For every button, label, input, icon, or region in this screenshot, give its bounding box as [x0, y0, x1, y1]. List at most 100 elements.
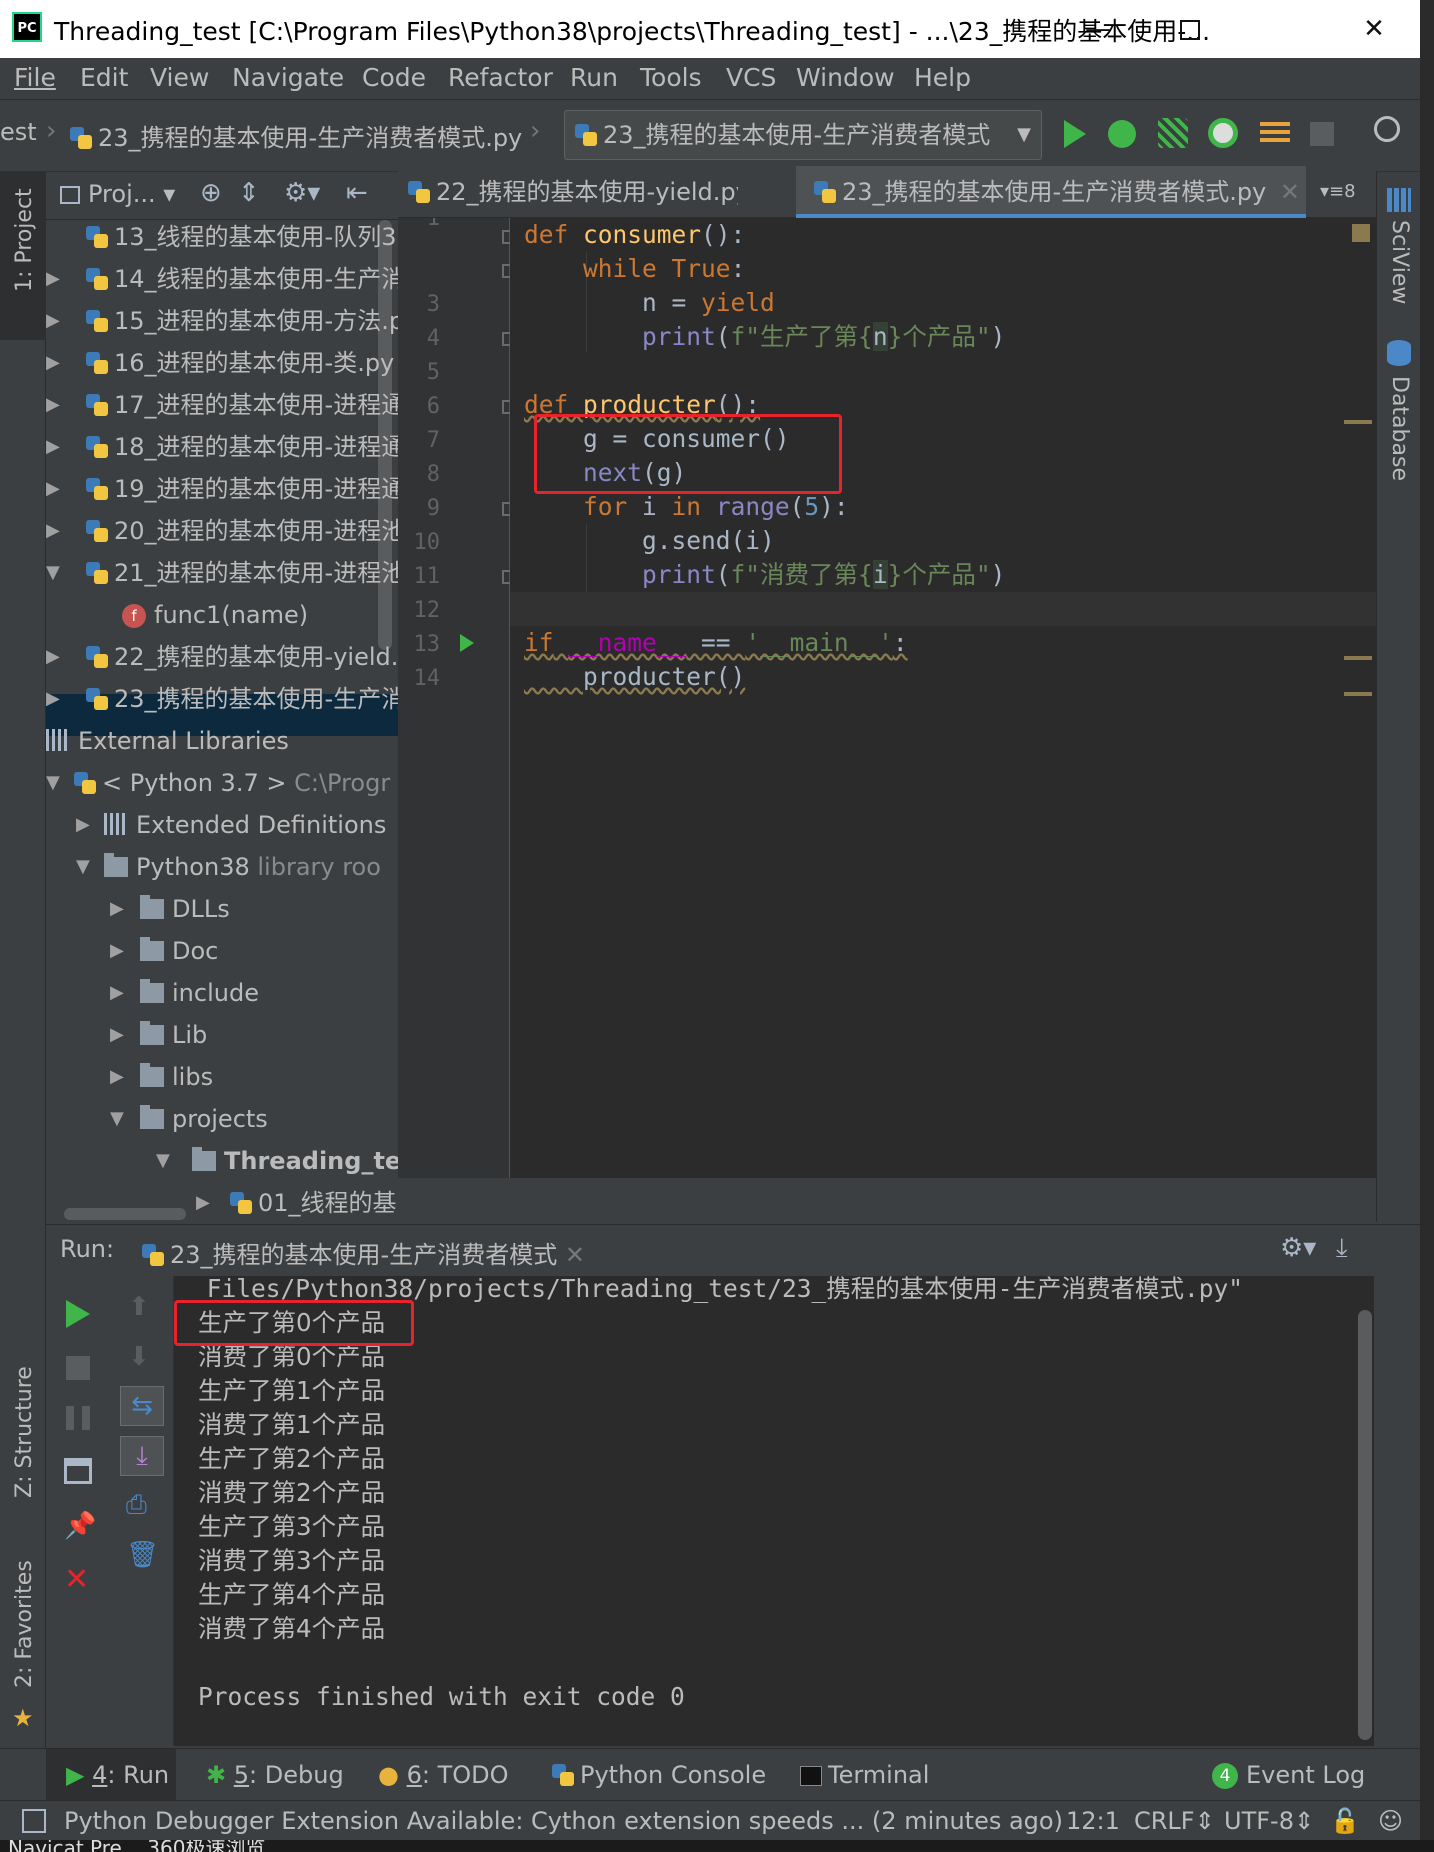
debug-icon[interactable] — [1108, 120, 1136, 148]
search-icon[interactable] — [1374, 116, 1400, 142]
collapse-all-icon[interactable]: ⇕ — [238, 178, 260, 208]
menu-navigate[interactable]: Navigate — [232, 63, 344, 92]
pin-icon[interactable]: 📌 — [64, 1512, 96, 1540]
expanded-arrow-icon[interactable]: ▼ — [110, 1098, 124, 1140]
run-config-dropdown[interactable]: 23_携程的基本使用-生产消费者模式 ▼ — [564, 110, 1042, 160]
print-icon[interactable]: ⎙ — [126, 1490, 147, 1521]
menu-view[interactable]: View — [150, 63, 209, 92]
status-message[interactable]: Python Debugger Extension Available: Cyt… — [64, 1801, 1063, 1841]
tool-tab-terminal[interactable]: Terminal — [800, 1749, 929, 1801]
todo-icon: ● — [378, 1761, 399, 1789]
file-encoding[interactable]: UTF-8⇕ — [1224, 1801, 1314, 1841]
profile-icon[interactable] — [1208, 118, 1238, 148]
chevron-down-icon: ▼ — [1017, 124, 1031, 145]
tab-producer-consumer-file[interactable]: 23_携程的基本使用-生产消费者模式.py ✕ — [796, 166, 1306, 218]
menu-vcs[interactable]: VCS — [726, 63, 776, 92]
collapsed-arrow-icon[interactable]: ▶ — [110, 930, 124, 972]
locate-file-icon[interactable]: ⊕ — [200, 178, 222, 208]
hide-panel-icon[interactable]: ⇤ — [346, 178, 368, 208]
soft-wrap-icon[interactable]: ⇆ — [120, 1386, 164, 1426]
breadcrumb-file[interactable]: 23_携程的基本使用-生产消费者模式.py — [70, 118, 522, 153]
tool-tab-run[interactable]: ▶ 4: Run — [66, 1749, 169, 1801]
line-number: 10 — [413, 530, 441, 555]
code-editor[interactable]: def consumer(): while True: n = yield pr… — [510, 218, 1376, 1178]
project-view-dropdown[interactable]: Proj... ▾ — [60, 180, 175, 208]
folder-icon — [140, 937, 164, 961]
menu-run[interactable]: Run — [570, 63, 618, 92]
clear-all-icon[interactable]: 🗑 — [126, 1540, 159, 1570]
hide-panel-icon[interactable]: ⤓ — [1336, 1233, 1348, 1264]
project-panel-header: Proj... ▾ ⊕ ⇕ ⚙▾ ⇤ — [46, 172, 398, 220]
sciview-icon[interactable] — [1387, 188, 1411, 212]
tool-tab-python-console[interactable]: Python Console — [552, 1749, 766, 1801]
menu-code[interactable]: Code — [362, 63, 426, 92]
menu-tools[interactable]: Tools — [640, 63, 702, 92]
database-icon[interactable] — [1387, 340, 1411, 366]
library-icon — [46, 729, 70, 751]
menu-edit[interactable]: Edit — [80, 63, 128, 92]
python-sdk-icon — [74, 772, 96, 794]
scroll-up-icon[interactable]: ⬆ — [128, 1292, 150, 1322]
tool-tab-todo[interactable]: ● 6: TODO — [378, 1749, 509, 1801]
tab-close-icon[interactable]: ✕ — [1280, 178, 1300, 206]
stop-icon[interactable] — [66, 1356, 90, 1380]
code-line-14: producter() — [583, 662, 746, 691]
menu-refactor[interactable]: Refactor — [448, 63, 553, 92]
collapsed-arrow-icon[interactable]: ▶ — [110, 1014, 124, 1056]
caret-position[interactable]: 12:1 — [1066, 1801, 1120, 1841]
folder-icon — [192, 1147, 216, 1171]
structure-tool-label[interactable]: Z: Structure — [12, 1366, 37, 1498]
collapsed-arrow-icon[interactable]: ▶ — [76, 804, 90, 846]
maximize-icon[interactable] — [1144, 0, 1236, 58]
coverage-icon[interactable] — [1158, 118, 1188, 148]
gear-icon[interactable]: ⚙▾ — [1280, 1233, 1316, 1263]
favorites-tool-label[interactable]: 2: Favorites — [12, 1560, 37, 1688]
database-tool-label[interactable]: Database — [1387, 376, 1412, 481]
tabs-overflow-button[interactable]: ▾≡8 — [1320, 166, 1370, 218]
project-tool-label[interactable]: 1: Project — [12, 188, 37, 292]
run-config-tab[interactable]: 23_携程的基本使用-生产消费者模式 ✕ — [142, 1235, 585, 1270]
scroll-down-icon[interactable]: ⬇ — [128, 1342, 150, 1372]
pause-icon[interactable] — [66, 1406, 90, 1430]
collapsed-arrow-icon[interactable]: ▶ — [110, 888, 124, 930]
run-tab-close-icon[interactable]: ✕ — [565, 1241, 585, 1269]
run-icon[interactable] — [1064, 120, 1086, 148]
run-label: Run: — [60, 1235, 115, 1263]
close-run-icon[interactable]: ✕ — [64, 1565, 92, 1595]
collapsed-arrow-icon[interactable]: ▶ — [110, 972, 124, 1014]
stop-icon[interactable] — [1310, 122, 1334, 146]
scroll-to-end-icon[interactable]: ⤓ — [120, 1436, 164, 1476]
tool-tab-event-log[interactable]: 4 Event Log — [1212, 1749, 1365, 1801]
dump-threads-icon[interactable] — [64, 1458, 92, 1484]
sciview-tool-label[interactable]: SciView — [1387, 220, 1412, 304]
expanded-arrow-icon[interactable]: ▼ — [76, 846, 90, 888]
lock-icon[interactable]: 🔓 — [1330, 1801, 1360, 1841]
expanded-arrow-icon[interactable]: ▼ — [46, 762, 60, 804]
highlight-box-output — [174, 1300, 414, 1346]
rerun-icon[interactable] — [66, 1300, 90, 1328]
run-gutter-icon[interactable] — [460, 634, 474, 652]
expanded-arrow-icon[interactable]: ▼ — [156, 1140, 170, 1182]
tab-yield-file[interactable]: 22_携程的基本使用-yield.py ✕ — [408, 166, 738, 218]
line-number: 8 — [426, 462, 440, 487]
gear-icon[interactable]: ⚙▾ — [284, 178, 320, 208]
menu-window[interactable]: Window — [796, 63, 895, 92]
concurrency-icon[interactable] — [1260, 122, 1290, 146]
tool-tab-debug[interactable]: ✱ 5: Debug — [206, 1749, 344, 1801]
menu-help[interactable]: Help — [914, 63, 971, 92]
toggle-tool-windows-icon[interactable] — [22, 1809, 46, 1833]
line-separator[interactable]: CRLF⇕ — [1134, 1801, 1215, 1841]
close-icon[interactable]: ✕ — [1328, 0, 1420, 58]
run-console[interactable]: Files/Python38/projects/Threading_test/2… — [174, 1276, 1374, 1746]
minimize-icon[interactable]: — — [1052, 0, 1144, 58]
breadcrumb-project[interactable]: est — [0, 118, 37, 146]
collapsed-arrow-icon[interactable]: ▶ — [110, 1056, 124, 1098]
project-hscrollbar[interactable] — [64, 1208, 186, 1220]
error-stripe-marker — [1344, 656, 1372, 660]
collapsed-arrow-icon[interactable]: ▶ — [196, 1182, 210, 1224]
menu-bar: File Edit View Navigate Code Refactor Ru… — [0, 58, 1420, 100]
inspector-icon[interactable]: ☺ — [1378, 1801, 1403, 1841]
menu-file[interactable]: File — [14, 63, 56, 92]
console-line: Process finished with exit code 0 — [198, 1682, 685, 1711]
console-scrollbar[interactable] — [1358, 1310, 1372, 1740]
